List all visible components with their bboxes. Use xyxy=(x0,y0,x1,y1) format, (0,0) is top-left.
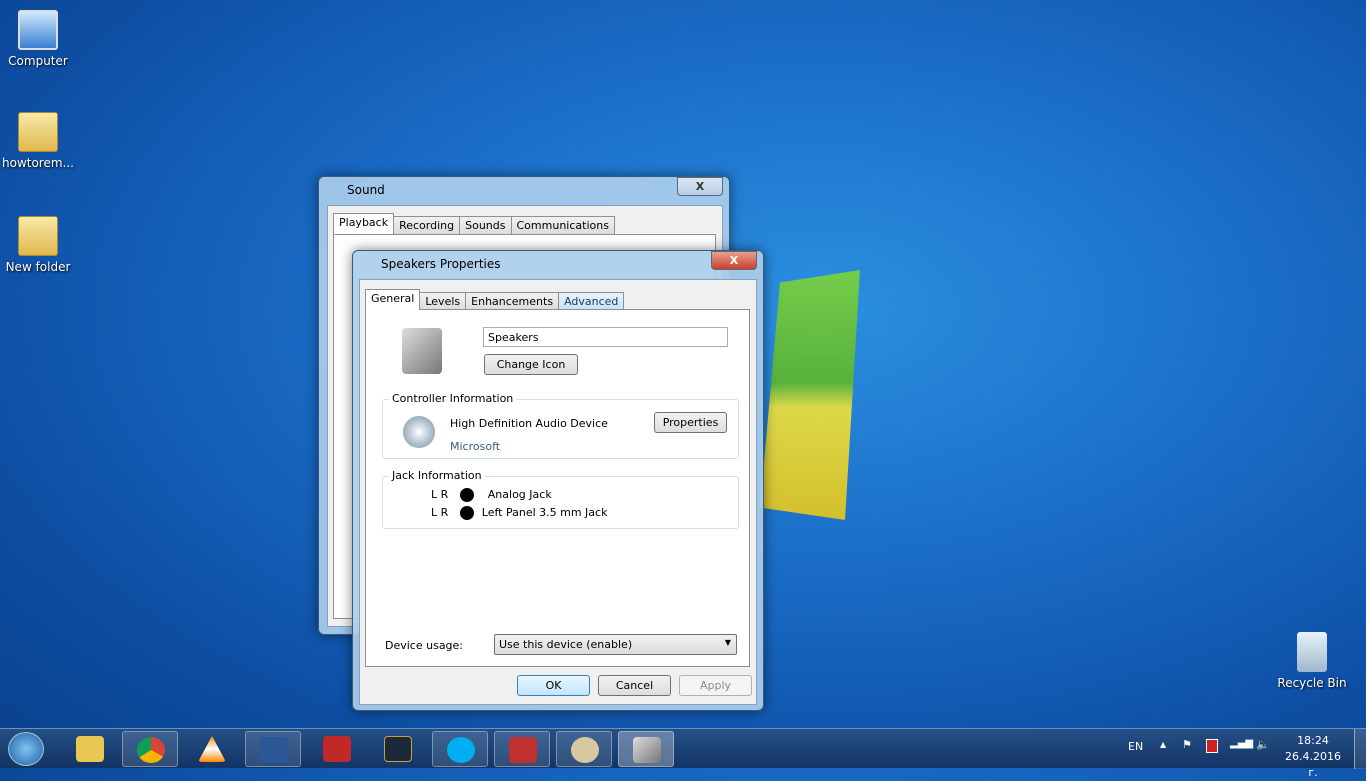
ccleaner-icon xyxy=(323,736,351,762)
device-usage-select[interactable]: Use this device (enable) ▼ xyxy=(494,634,737,655)
taskbar-paint[interactable] xyxy=(556,731,612,767)
taskbar-word[interactable] xyxy=(245,731,301,767)
speaker-icon xyxy=(633,737,661,763)
folder-icon xyxy=(18,216,58,256)
show-desktop-button[interactable] xyxy=(1354,729,1366,769)
recycle-bin-icon xyxy=(1297,632,1327,672)
skype-icon xyxy=(447,737,475,763)
speaker-icon xyxy=(402,328,442,374)
folder-icon xyxy=(76,736,104,762)
controller-device-name: High Definition Audio Device xyxy=(450,417,608,430)
ok-button[interactable]: OK xyxy=(517,675,590,696)
league-icon xyxy=(384,736,412,762)
close-button[interactable]: X xyxy=(711,251,757,270)
speakers-properties-window: Speakers Properties X General Levels Enh… xyxy=(352,250,764,711)
controller-vendor: Microsoft xyxy=(450,440,501,453)
language-indicator[interactable]: EN xyxy=(1128,740,1143,753)
device-name-input[interactable] xyxy=(483,327,728,347)
window-title: Speakers Properties xyxy=(381,257,501,271)
cancel-button[interactable]: Cancel xyxy=(598,675,671,696)
jack-row: L R Analog Jack xyxy=(431,488,552,502)
word-icon xyxy=(260,737,288,763)
tab-levels[interactable]: Levels xyxy=(419,292,467,310)
taskbar-explorer[interactable] xyxy=(62,731,118,767)
taskbar: EN ▲ ⚑ ▂▄▆ 🔈 18:24 26.4.2016 г. xyxy=(0,728,1366,779)
tab-recording[interactable]: Recording xyxy=(393,216,461,234)
close-button[interactable]: X xyxy=(677,177,723,196)
desktop-icon-howtorem[interactable]: howtorem... xyxy=(0,112,76,170)
vlc-icon xyxy=(198,736,226,762)
folder-icon xyxy=(18,112,58,152)
audio-device-icon xyxy=(403,416,435,448)
desktop-icon-new-folder[interactable]: New folder xyxy=(0,216,76,274)
device-usage-label: Device usage: xyxy=(385,639,464,652)
chrome-icon xyxy=(137,737,165,763)
desktop-icon-recycle-bin[interactable]: Recycle Bin xyxy=(1274,632,1350,690)
controller-properties-button[interactable]: Properties xyxy=(654,412,727,433)
jack-color-icon xyxy=(459,488,474,502)
toolbox-icon xyxy=(509,737,537,763)
computer-icon xyxy=(18,10,58,50)
network-signal-icon[interactable]: ▂▄▆ xyxy=(1230,738,1253,749)
window-title: Sound xyxy=(347,183,385,197)
apply-button[interactable]: Apply xyxy=(679,675,752,696)
tab-communications[interactable]: Communications xyxy=(510,216,615,234)
volume-icon[interactable]: 🔈 xyxy=(1256,738,1270,751)
paint-icon xyxy=(571,737,599,763)
taskbar-toolbox[interactable] xyxy=(494,731,550,767)
jack-color-icon xyxy=(459,506,474,520)
desktop-icon-computer[interactable]: Computer xyxy=(0,10,76,68)
controller-information-group: Controller Information High Definition A… xyxy=(382,392,739,459)
taskbar-ccleaner[interactable] xyxy=(309,731,365,767)
tab-general[interactable]: General xyxy=(365,289,421,310)
taskbar-sound[interactable] xyxy=(618,731,674,767)
tab-advanced[interactable]: Advanced xyxy=(558,292,625,310)
action-center-flag-icon[interactable]: ⚑ xyxy=(1182,738,1192,751)
taskbar-chrome[interactable] xyxy=(122,731,178,767)
windows-logo-wallpaper xyxy=(760,270,860,520)
tab-playback[interactable]: Playback xyxy=(333,213,395,234)
jack-information-group: Jack Information L R Analog Jack L R Lef… xyxy=(382,469,739,529)
tab-sounds[interactable]: Sounds xyxy=(459,216,512,234)
jack-row: L R Left Panel 3.5 mm Jack xyxy=(431,506,608,520)
change-icon-button[interactable]: Change Icon xyxy=(484,354,578,375)
taskbar-vlc[interactable] xyxy=(184,731,240,767)
tab-enhancements[interactable]: Enhancements xyxy=(465,292,560,310)
general-panel: Change Icon Controller Information High … xyxy=(365,309,750,667)
taskbar-skype[interactable] xyxy=(432,731,488,767)
start-button[interactable] xyxy=(8,732,44,766)
clock[interactable]: 18:24 26.4.2016 г. xyxy=(1280,733,1346,781)
show-hidden-icons-icon[interactable]: ▲ xyxy=(1160,740,1166,749)
taskbar-league-of-legends[interactable] xyxy=(370,731,426,767)
power-icon[interactable] xyxy=(1206,739,1218,753)
chevron-down-icon: ▼ xyxy=(724,638,731,647)
